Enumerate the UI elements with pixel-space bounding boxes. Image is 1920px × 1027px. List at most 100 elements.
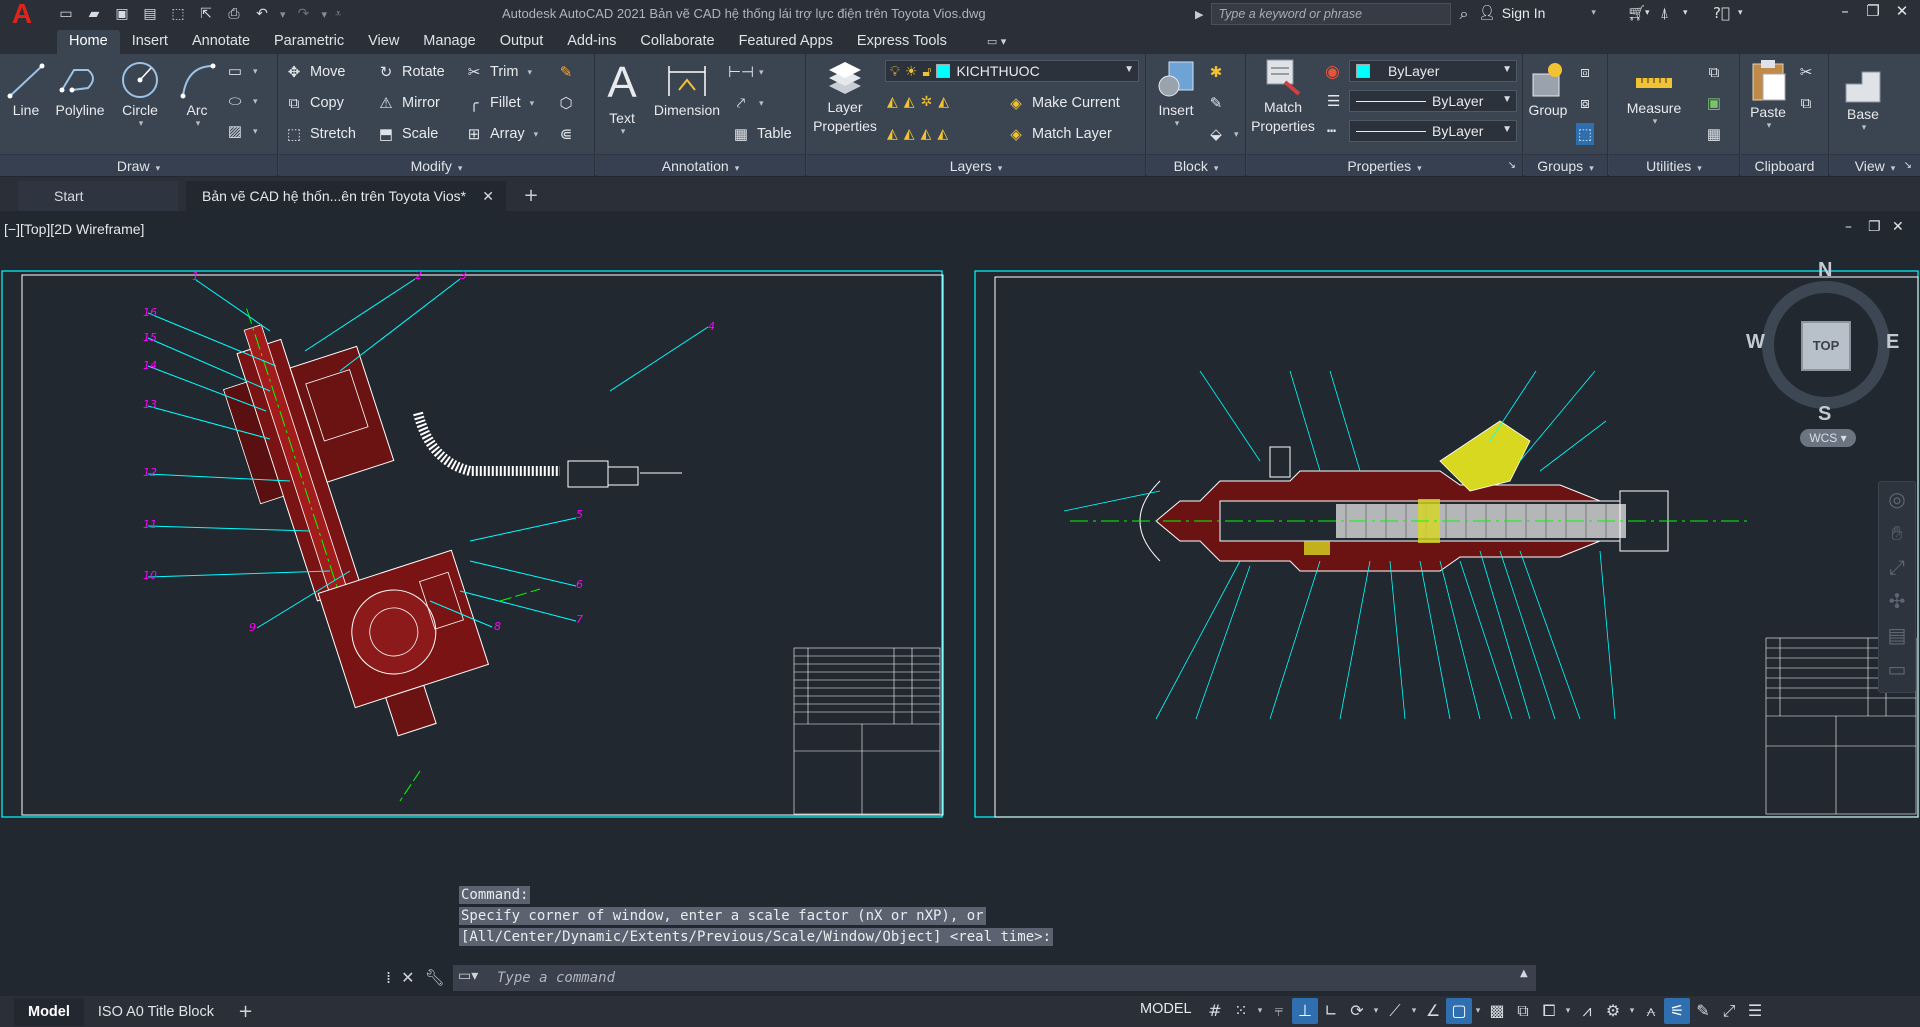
- circle-button[interactable]: Circle ▾: [117, 60, 163, 129]
- zoom-extents-icon[interactable]: ⤢: [1879, 550, 1915, 584]
- insert-button[interactable]: Insert ▾: [1151, 58, 1201, 129]
- layer-isolate-icon[interactable]: ◭: [904, 94, 915, 110]
- text-button[interactable]: A Text ▾: [604, 58, 640, 137]
- lineweight-dropdown[interactable]: ByLayer ▼: [1349, 90, 1517, 112]
- chevron-down-icon[interactable]: ▾: [1645, 8, 1650, 18]
- dialog-launcher-icon[interactable]: ↘: [1508, 155, 1516, 177]
- customize-icon[interactable]: 🔧︎: [425, 968, 445, 987]
- erase-button[interactable]: ✎: [557, 61, 575, 83]
- redo-icon[interactable]: ↷: [292, 3, 316, 25]
- group-edit-button[interactable]: ⧇: [1576, 92, 1594, 114]
- command-input[interactable]: [453, 965, 1536, 991]
- tab-annotate[interactable]: Annotate: [180, 30, 262, 54]
- move-button[interactable]: ✥ Move: [285, 61, 346, 83]
- showmotion-icon[interactable]: ▤: [1879, 618, 1915, 652]
- steering-wheel-icon[interactable]: ◎: [1879, 482, 1915, 516]
- open-folder-icon[interactable]: ▰: [82, 3, 106, 25]
- tab-express-tools[interactable]: Express Tools: [845, 30, 959, 54]
- autodesk-apps-icon[interactable]: ⍋: [1660, 4, 1669, 22]
- snap-icon[interactable]: ⁙: [1228, 998, 1254, 1024]
- annotation-scale-icon[interactable]: ⩘: [1574, 998, 1600, 1024]
- rotate-button[interactable]: ↻ Rotate: [377, 61, 445, 83]
- rectangle-button[interactable]: ▭ ▾: [226, 60, 258, 82]
- layer-unisolate-icon[interactable]: ◭: [904, 126, 915, 142]
- viewport-close-icon[interactable]: ✕: [1892, 219, 1904, 235]
- layer-off-icon[interactable]: ◭: [887, 94, 898, 110]
- drag-handle-icon[interactable]: ⁞: [386, 968, 391, 987]
- transparency-icon[interactable]: ▩: [1484, 998, 1510, 1024]
- tab-parametric[interactable]: Parametric: [262, 30, 356, 54]
- tab-add-ins[interactable]: Add-ins: [555, 30, 628, 54]
- annotation-visibility-icon[interactable]: ⩜: [1638, 998, 1664, 1024]
- trim-button[interactable]: ✂ Trim ▾: [465, 61, 532, 83]
- search-expand-icon[interactable]: ▶: [1195, 8, 1203, 21]
- new-file-icon[interactable]: ▭: [54, 3, 78, 25]
- save-icon[interactable]: ▣: [110, 3, 134, 25]
- group-button[interactable]: Group: [1526, 60, 1570, 118]
- clean-screen-icon[interactable]: ⤢: [1716, 998, 1742, 1024]
- chevron-down-icon[interactable]: ▾: [1562, 998, 1574, 1024]
- search-input[interactable]: [1211, 3, 1452, 25]
- dimension-button[interactable]: Dimension: [650, 60, 724, 118]
- command-line-handle[interactable]: ⁞ ✕ 🔧︎: [386, 962, 456, 992]
- make-current-button[interactable]: ◈ Make Current: [1007, 92, 1120, 114]
- viewcube[interactable]: TOP N S E W: [1746, 259, 1906, 425]
- cart-icon[interactable]: 🛒︎: [1627, 4, 1646, 22]
- ortho-icon[interactable]: ∟: [1318, 998, 1344, 1024]
- fillet-button[interactable]: ╭ Fillet ▾: [465, 92, 534, 114]
- add-layout-icon[interactable]: +: [238, 1001, 253, 1022]
- modify-panel-title[interactable]: Modify ▾: [279, 154, 594, 176]
- calculator-button[interactable]: ▦: [1705, 123, 1723, 145]
- color-dropdown[interactable]: ByLayer ▼: [1349, 60, 1517, 82]
- polyline-button[interactable]: Polyline: [52, 60, 108, 118]
- object-snap-icon[interactable]: ▢: [1446, 998, 1472, 1024]
- chevron-down-icon[interactable]: ▾: [1370, 998, 1382, 1024]
- explode-button[interactable]: ⬡: [557, 92, 575, 114]
- ribbon-minimize-icon[interactable]: ▭ ▾: [987, 32, 1006, 54]
- save-as-icon[interactable]: ▤: [138, 3, 162, 25]
- undo-dropdown-icon[interactable]: ▾: [280, 8, 286, 21]
- edit-block-button[interactable]: ✎: [1207, 92, 1225, 114]
- viewcube-top-face[interactable]: TOP: [1801, 321, 1851, 371]
- match-layer-button[interactable]: ◈ Match Layer: [1007, 123, 1112, 145]
- match-properties-button[interactable]: Match Properties: [1249, 58, 1317, 136]
- layout-tab-iso-a0[interactable]: ISO A0 Title Block: [84, 998, 228, 1026]
- customize-qat-icon[interactable]: ⩡: [335, 7, 341, 21]
- infer-constraints-icon[interactable]: ⫧: [1266, 998, 1292, 1024]
- close-icon[interactable]: ✕: [1889, 2, 1915, 24]
- layout-tab-model[interactable]: Model: [14, 997, 84, 1026]
- arc-button[interactable]: Arc ▾: [175, 60, 219, 129]
- chevron-down-icon[interactable]: ▾: [1683, 8, 1688, 18]
- autocad-logo-button[interactable]: A: [0, 0, 44, 28]
- chevron-down-icon[interactable]: ▾: [1626, 998, 1638, 1024]
- scale-button[interactable]: ⬒ Scale: [377, 123, 438, 145]
- group-selection-toggle[interactable]: ⬚: [1576, 123, 1594, 145]
- search-icon[interactable]: ⌕: [1459, 4, 1468, 24]
- compass-east[interactable]: E: [1886, 331, 1899, 354]
- redo-dropdown-icon[interactable]: ▾: [322, 8, 328, 21]
- hatch-button[interactable]: ⬭ ▾: [226, 90, 258, 112]
- layer-unlock-icon[interactable]: ◭: [937, 126, 948, 142]
- drawing-viewport[interactable]: 1 2 3 4 5 6 7 8 9 10 11 12 13 14 15 16 […: [0, 211, 1920, 959]
- hardware-acceleration-icon[interactable]: ⚟: [1664, 998, 1690, 1024]
- dialog-launcher-icon[interactable]: ↘: [1904, 155, 1912, 177]
- wcs-menu-button[interactable]: WCS ▾: [1800, 429, 1856, 447]
- layers-panel-title[interactable]: Layers ▾: [807, 154, 1145, 176]
- layer-dropdown[interactable]: 💡︎ ☀ 🔓︎ KICHTHUOC ▼: [885, 60, 1139, 82]
- minimize-icon[interactable]: –: [1832, 2, 1858, 24]
- hatch-button[interactable]: ▨ ▾: [226, 120, 258, 142]
- layer-lock-icon[interactable]: ◭: [938, 94, 949, 110]
- select-all-button[interactable]: ▣: [1705, 92, 1723, 114]
- draw-panel-title[interactable]: Draw ▾: [0, 154, 277, 176]
- compass-north[interactable]: N: [1818, 259, 1832, 282]
- quick-select-button[interactable]: ⧉: [1705, 61, 1723, 83]
- navbar-menu-icon[interactable]: ▭: [1879, 652, 1915, 686]
- tab-home[interactable]: Home: [57, 30, 120, 54]
- object-snap-tracking-icon[interactable]: ∠: [1420, 998, 1446, 1024]
- layer-on-icon[interactable]: ◭: [887, 126, 898, 142]
- chevron-down-icon[interactable]: ▾: [1472, 998, 1484, 1024]
- annotation-panel-title[interactable]: Annotation ▾: [596, 154, 805, 176]
- clipboard-panel-title[interactable]: Clipboard: [1741, 154, 1828, 176]
- view-panel-title[interactable]: View ▾ ↘: [1830, 154, 1920, 176]
- linetype-dropdown[interactable]: ByLayer ▼: [1349, 120, 1517, 142]
